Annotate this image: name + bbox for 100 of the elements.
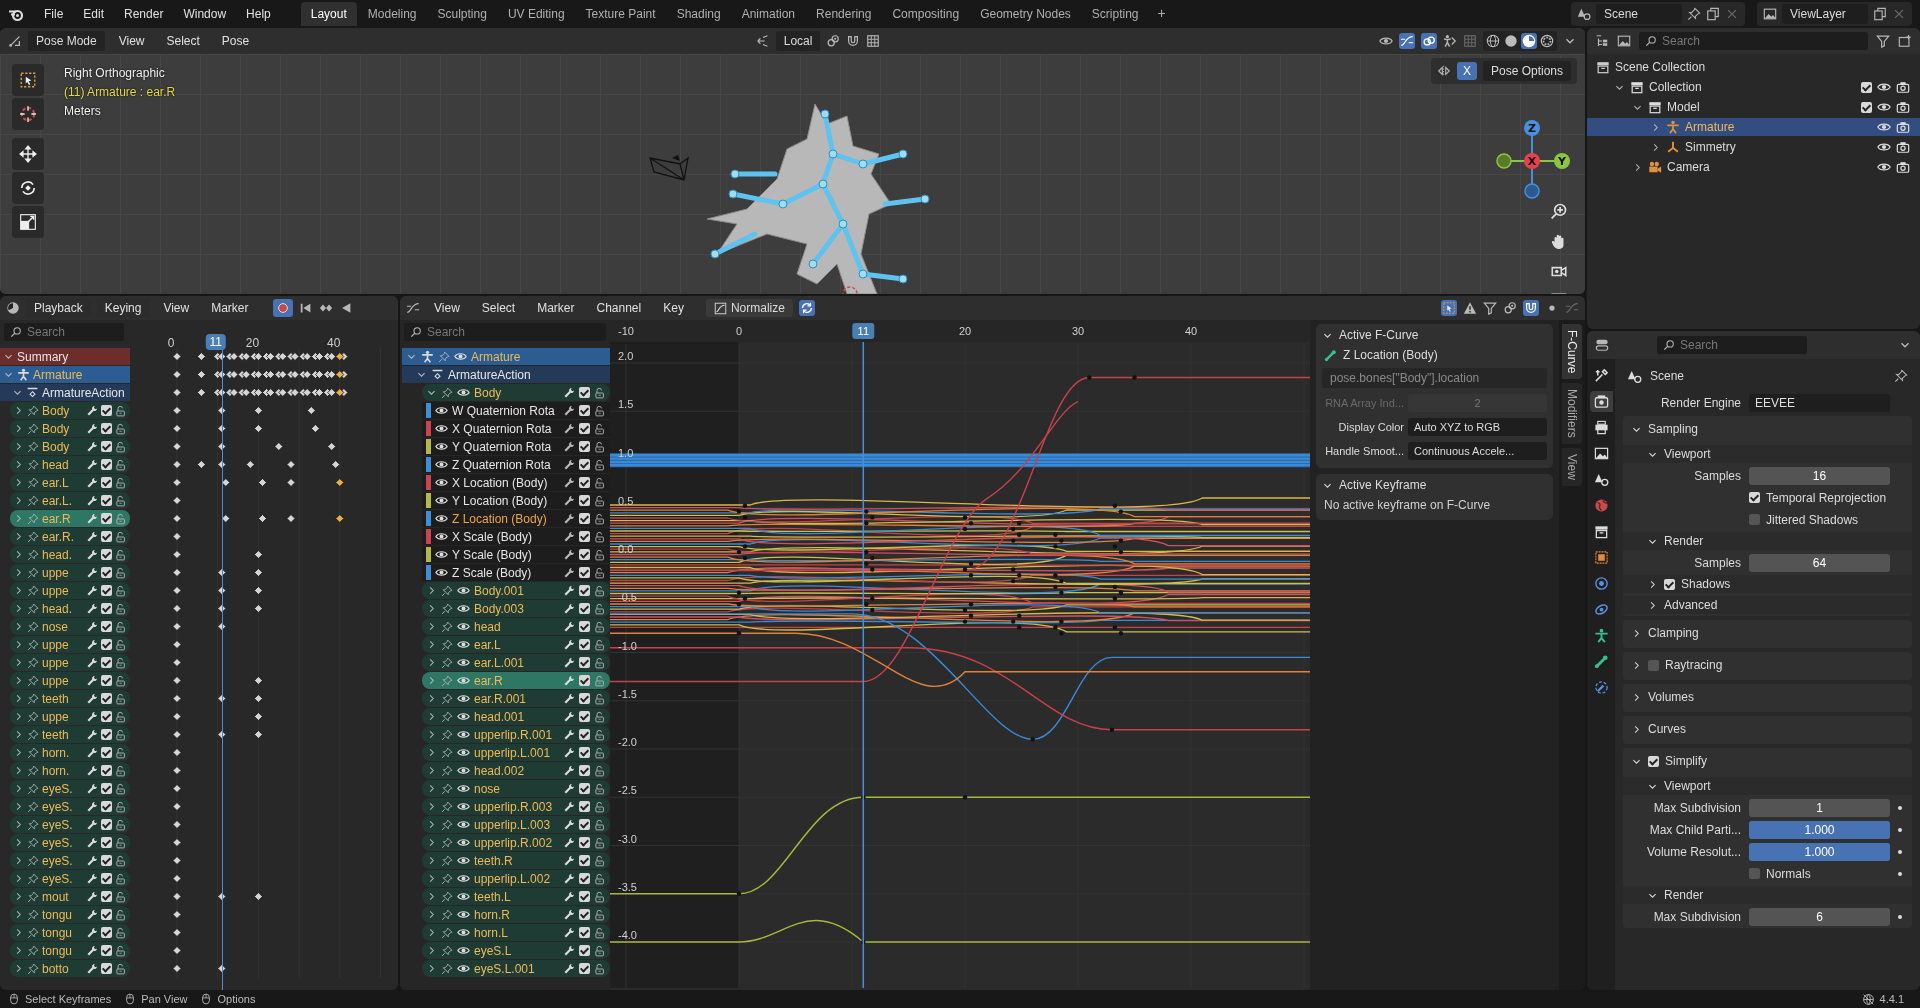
wrench-icon[interactable] bbox=[86, 584, 98, 597]
wrench-icon[interactable] bbox=[563, 836, 575, 849]
wrench-icon[interactable] bbox=[563, 494, 575, 507]
lock-icon[interactable] bbox=[594, 890, 606, 903]
select-box-tool[interactable] bbox=[12, 64, 44, 96]
channel-checkbox[interactable] bbox=[579, 549, 590, 560]
wrench-icon[interactable] bbox=[563, 602, 575, 615]
channel-row[interactable]: Body bbox=[10, 420, 130, 437]
wrench-icon[interactable] bbox=[563, 674, 575, 687]
pin-icon[interactable] bbox=[27, 800, 39, 813]
lock-icon[interactable] bbox=[594, 476, 606, 489]
pin-icon[interactable] bbox=[441, 620, 453, 633]
jump-to-start-icon[interactable] bbox=[298, 301, 313, 315]
wrench-icon[interactable] bbox=[563, 530, 575, 543]
pin-icon[interactable] bbox=[27, 746, 39, 759]
wrench-icon[interactable] bbox=[86, 440, 98, 453]
channel-row[interactable]: head. bbox=[10, 546, 130, 563]
sidebar-tab[interactable]: Modifiers bbox=[1562, 383, 1582, 445]
filter-icon[interactable] bbox=[1876, 34, 1890, 48]
channel-checkbox[interactable] bbox=[101, 459, 112, 470]
channel-checkbox[interactable] bbox=[101, 891, 112, 902]
close-icon[interactable] bbox=[1892, 7, 1906, 21]
eye-icon[interactable] bbox=[435, 404, 448, 417]
pin-icon[interactable] bbox=[27, 440, 39, 453]
pin-icon[interactable] bbox=[27, 476, 39, 489]
channel-checkbox[interactable] bbox=[101, 711, 112, 722]
outliner-item[interactable]: Collection bbox=[1587, 78, 1920, 96]
pin-icon[interactable] bbox=[441, 584, 453, 597]
sidebar-tab[interactable]: View bbox=[1562, 448, 1582, 486]
current-frame-label[interactable]: 11 bbox=[852, 323, 875, 339]
pin-icon[interactable] bbox=[441, 836, 453, 849]
eye-icon[interactable] bbox=[435, 494, 448, 507]
pin-icon[interactable] bbox=[27, 908, 39, 921]
wrench-icon[interactable] bbox=[86, 620, 98, 633]
menu-item[interactable]: Render bbox=[116, 4, 172, 24]
handle-smoothing-dropdown[interactable]: Continuous Accele... bbox=[1408, 442, 1547, 460]
menu-item[interactable]: Key bbox=[655, 298, 692, 318]
channel-row[interactable]: Y Scale (Body) bbox=[422, 546, 610, 563]
eye-icon[interactable] bbox=[457, 764, 470, 777]
channel-row[interactable]: teeth.L bbox=[422, 888, 610, 905]
channel-checkbox[interactable] bbox=[101, 927, 112, 938]
channel-checkbox[interactable] bbox=[101, 477, 112, 488]
search-field[interactable]: Search bbox=[404, 323, 606, 341]
wrench-icon[interactable] bbox=[86, 890, 98, 903]
select-filter-icon[interactable] bbox=[1441, 300, 1457, 316]
lock-icon[interactable] bbox=[594, 386, 606, 399]
lock-icon[interactable] bbox=[594, 944, 606, 957]
eye-icon[interactable] bbox=[435, 422, 448, 435]
cone-sphere-icon[interactable] bbox=[1577, 7, 1591, 21]
channel-row[interactable]: Body bbox=[422, 384, 610, 401]
channel-row[interactable]: uppe bbox=[10, 636, 130, 653]
subpanel-header[interactable]: Render bbox=[1623, 532, 1912, 550]
menu-item[interactable]: File bbox=[36, 4, 72, 24]
lock-icon[interactable] bbox=[594, 530, 606, 543]
wrench-icon[interactable] bbox=[86, 818, 98, 831]
auto-keying-button[interactable] bbox=[272, 299, 293, 317]
rendered-sphere-icon[interactable] bbox=[1539, 33, 1555, 49]
pin-icon[interactable] bbox=[441, 926, 453, 939]
channel-row[interactable]: Z Location (Body) bbox=[422, 510, 610, 527]
copy-icon[interactable] bbox=[1873, 7, 1887, 21]
pin-icon[interactable] bbox=[441, 386, 453, 399]
wrench-icon[interactable] bbox=[86, 926, 98, 939]
channel-row[interactable]: head bbox=[10, 456, 130, 473]
overlay-toggle-icon[interactable] bbox=[1421, 33, 1437, 49]
channel-row[interactable]: X Location (Body) bbox=[422, 474, 610, 491]
channel-checkbox[interactable] bbox=[101, 549, 112, 560]
wrench-icon[interactable] bbox=[563, 476, 575, 489]
eye-icon[interactable] bbox=[435, 458, 448, 471]
channel-row[interactable]: ArmatureAction bbox=[402, 366, 610, 383]
pin-icon[interactable] bbox=[441, 746, 453, 759]
eye-icon[interactable] bbox=[435, 548, 448, 561]
channel-checkbox[interactable] bbox=[101, 621, 112, 632]
pin-icon[interactable] bbox=[27, 890, 39, 903]
properties-tab[interactable] bbox=[1589, 391, 1613, 412]
pin-icon[interactable] bbox=[27, 944, 39, 957]
normalize-button[interactable]: Normalize bbox=[705, 299, 793, 317]
eye-icon[interactable] bbox=[457, 854, 470, 867]
lock-icon[interactable] bbox=[594, 908, 606, 921]
channel-row[interactable]: Z Quaternion Rota bbox=[422, 456, 610, 473]
editor-type-icon[interactable] bbox=[1595, 338, 1609, 352]
axis-gizmo-drawing[interactable] bbox=[1496, 120, 1570, 199]
pin-icon[interactable] bbox=[441, 800, 453, 813]
pin-icon[interactable] bbox=[27, 728, 39, 741]
lock-icon[interactable] bbox=[594, 602, 606, 615]
eye-icon[interactable] bbox=[1877, 140, 1891, 154]
eye-icon[interactable] bbox=[1877, 120, 1891, 134]
rotate-tool[interactable] bbox=[12, 172, 44, 204]
channel-checkbox[interactable] bbox=[101, 513, 112, 524]
channel-row[interactable]: eyeS.L.001 bbox=[422, 960, 610, 977]
wrench-icon[interactable] bbox=[563, 584, 575, 597]
channel-row[interactable]: ear.R.001 bbox=[422, 690, 610, 707]
channel-checkbox[interactable] bbox=[101, 963, 112, 974]
channel-checkbox[interactable] bbox=[579, 711, 590, 722]
lock-icon[interactable] bbox=[594, 620, 606, 633]
lock-icon[interactable] bbox=[115, 404, 127, 417]
channel-row[interactable]: Armature bbox=[402, 348, 610, 365]
lock-icon[interactable] bbox=[115, 620, 127, 633]
wrench-icon[interactable] bbox=[563, 908, 575, 921]
wrench-icon[interactable] bbox=[86, 494, 98, 507]
lock-icon[interactable] bbox=[115, 872, 127, 885]
